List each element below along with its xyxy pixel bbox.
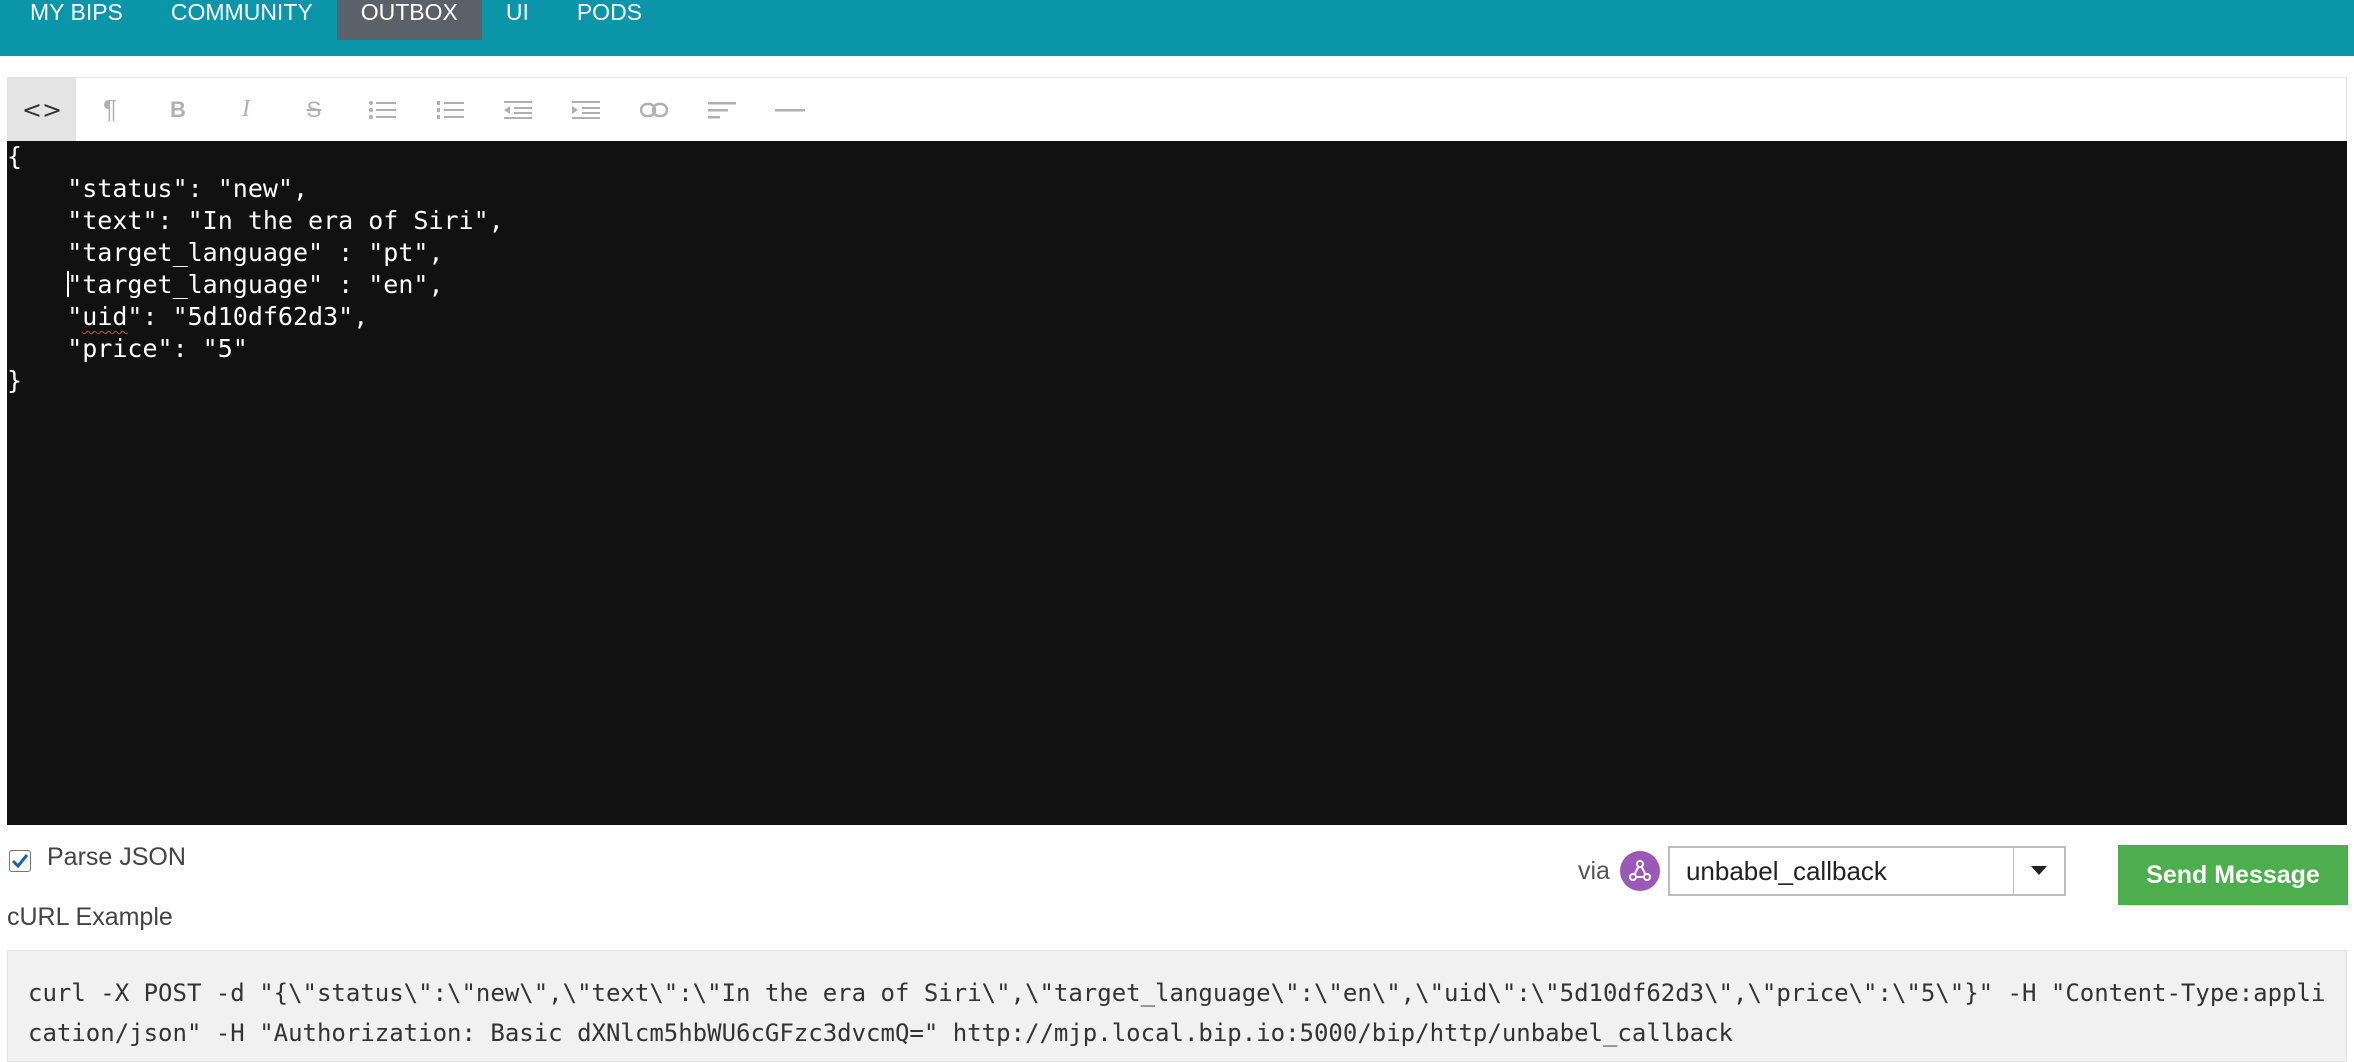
chevron-down-icon[interactable] [2012, 848, 2064, 894]
via-label: via [1578, 856, 1610, 885]
text-caret [67, 271, 70, 297]
italic-button[interactable]: I [212, 78, 280, 142]
code-line: } [7, 366, 23, 395]
check-icon [11, 853, 29, 868]
nav-ui[interactable]: UI [482, 0, 553, 40]
horizontal-rule-icon [775, 108, 805, 111]
nav-outbox[interactable]: OUTBOX [336, 0, 482, 40]
parse-json-label: Parse JSON [47, 843, 186, 871]
pod-share-icon [1619, 851, 1660, 891]
indent-button[interactable] [552, 78, 620, 142]
code-line-uid: "uid": "5d10df62d3", [7, 302, 369, 331]
unordered-list-button[interactable] [348, 78, 416, 142]
nav-my-bips[interactable]: MY BIPS [0, 0, 147, 40]
curl-example-label: cURL Example [7, 903, 173, 931]
code-line-with-caret: "target_language" : "en", [67, 270, 444, 299]
via-row: via unbabel_callback [1578, 846, 2066, 896]
numbered-list-icon [437, 100, 464, 119]
paragraph-button[interactable]: ¶ [76, 78, 144, 142]
code-line: "price": "5" [7, 334, 248, 363]
align-button[interactable] [688, 78, 756, 142]
align-left-icon [708, 101, 736, 118]
code-line: "target_language" : "pt", [7, 238, 444, 267]
nav-pods[interactable]: PODS [553, 0, 666, 40]
outdent-button[interactable] [484, 78, 552, 142]
strikethrough-button[interactable]: S [280, 78, 348, 142]
code-icon: <> [21, 95, 63, 124]
spellcheck-underline: uid [82, 302, 128, 331]
parse-json-row: Parse JSON [9, 843, 186, 872]
html-view-button[interactable]: <> [8, 77, 76, 142]
channel-select-value: unbabel_callback [1685, 855, 1887, 886]
link-icon [640, 102, 668, 117]
editor-toolbar: <> ¶ B I S [7, 77, 2347, 142]
code-line: "text": "In the era of Siri", [7, 206, 504, 235]
curl-example-code: curl -X POST -d "{\"status\":\"new\",\"t… [7, 950, 2347, 1062]
pilcrow-icon: ¶ [103, 94, 117, 124]
strikethrough-icon: S [306, 96, 322, 122]
bold-button[interactable]: B [144, 78, 212, 142]
italic-icon: I [242, 96, 250, 122]
horizontal-rule-button[interactable] [756, 78, 824, 142]
indent-icon [572, 100, 600, 119]
bold-icon: B [170, 96, 186, 122]
nav-community[interactable]: COMMUNITY [147, 0, 337, 40]
send-message-button[interactable]: Send Message [2118, 845, 2348, 905]
bullet-list-icon [369, 100, 396, 119]
json-editor[interactable]: { "status": "new", "text": "In the era o… [7, 141, 2347, 825]
parse-json-checkbox[interactable] [9, 849, 31, 872]
ordered-list-button[interactable] [416, 78, 484, 142]
link-button[interactable] [620, 78, 688, 142]
top-nav: MY BIPS COMMUNITY OUTBOX UI PODS [0, 0, 2354, 56]
channel-select[interactable]: unbabel_callback [1667, 846, 2066, 896]
code-line: "status": "new", [7, 174, 309, 203]
code-line: { [7, 142, 23, 171]
outdent-icon [504, 100, 532, 119]
